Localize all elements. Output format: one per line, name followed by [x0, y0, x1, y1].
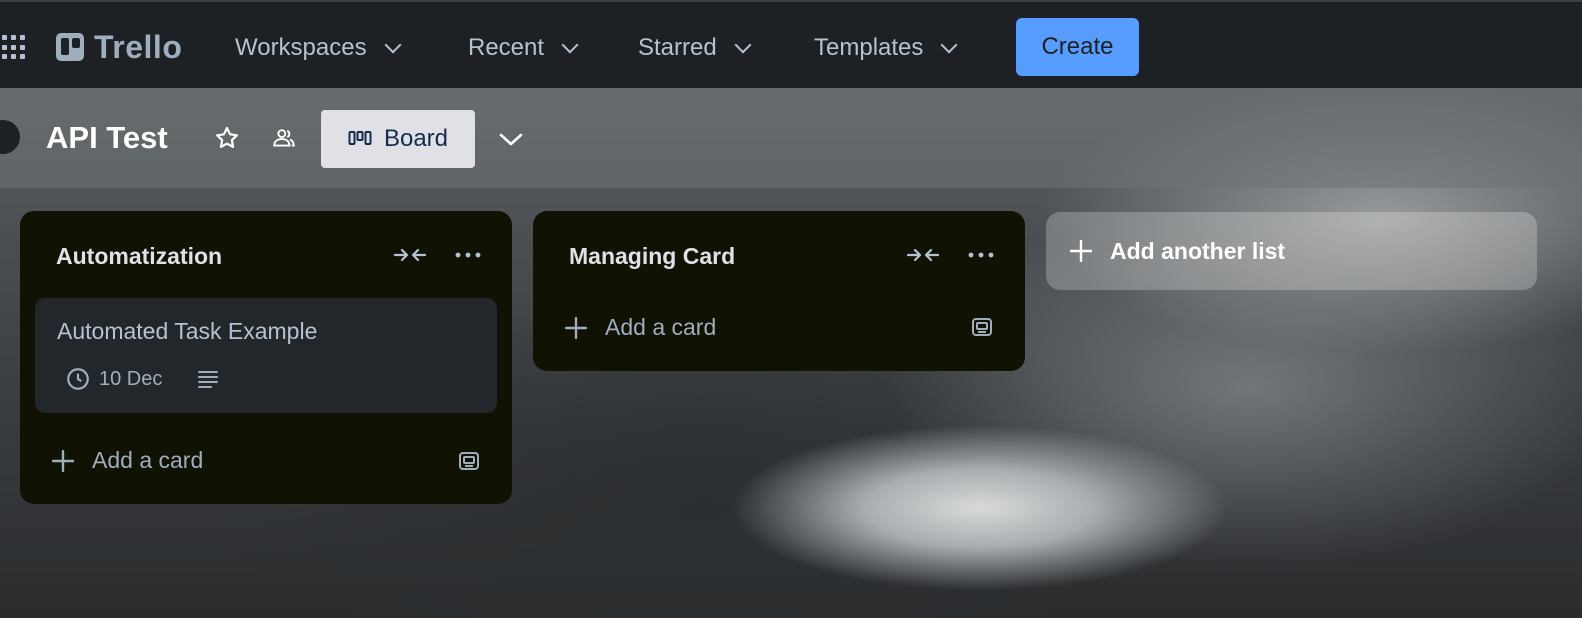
plus-icon	[565, 316, 587, 339]
plus-icon	[52, 449, 74, 472]
clock-icon	[67, 368, 89, 390]
trello-logo[interactable]: Trello	[56, 28, 182, 66]
list-title[interactable]: Automatization	[56, 243, 222, 270]
chevron-down-icon	[734, 36, 752, 54]
create-from-template-icon[interactable]	[969, 314, 995, 340]
collapse-list-icon[interactable]	[905, 243, 941, 267]
chevron-down-icon	[940, 36, 958, 54]
workspace-visible-icon	[273, 129, 295, 147]
trello-logo-icon	[56, 33, 84, 61]
list-menu-icon[interactable]	[963, 243, 999, 267]
add-another-list-button[interactable]: Add another list	[1046, 212, 1537, 290]
card-badges: 10 Dec	[65, 366, 220, 392]
add-card-button[interactable]: Add a card	[565, 314, 716, 341]
workspaces-menu-button[interactable]: Workspaces	[235, 28, 402, 68]
chevron-down-icon	[499, 133, 523, 146]
add-card-button[interactable]: Add a card	[52, 447, 203, 474]
add-card-label: Add a card	[605, 314, 717, 340]
card[interactable]: Automated Task Example 10 Dec	[35, 298, 497, 413]
view-switcher-button[interactable]	[493, 122, 529, 158]
star-board-button[interactable]	[209, 120, 245, 156]
list-title[interactable]: Managing Card	[569, 243, 735, 270]
create-button[interactable]: Create	[1016, 18, 1139, 76]
description-icon	[198, 371, 219, 388]
board-view-icon	[348, 131, 372, 145]
starred-menu-button[interactable]: Starred	[638, 28, 752, 68]
workspaces-label: Workspaces	[235, 34, 367, 61]
app-switcher-icon[interactable]	[2, 35, 28, 61]
list-automatization: Automatization Automated Task Example 10…	[20, 211, 512, 504]
plus-icon	[1070, 240, 1092, 262]
templates-label: Templates	[814, 34, 924, 61]
board-visibility-button[interactable]	[266, 120, 302, 156]
collapse-list-icon[interactable]	[392, 243, 428, 267]
add-card-label: Add a card	[92, 447, 204, 473]
starred-label: Starred	[638, 34, 717, 61]
chevron-down-icon	[384, 36, 402, 54]
due-date-badge[interactable]: 10 Dec	[99, 368, 162, 391]
chevron-down-icon	[561, 36, 579, 54]
create-from-template-icon[interactable]	[456, 448, 482, 474]
list-managing-card: Managing Card Add a card	[533, 211, 1025, 371]
recent-menu-button[interactable]: Recent	[468, 28, 579, 68]
add-list-label: Add another list	[1110, 237, 1286, 264]
board-view-button[interactable]: Board	[321, 110, 475, 168]
top-nav-bar: Trello Workspaces Recent Starred Templat…	[0, 0, 1582, 88]
board-title[interactable]: API Test	[46, 120, 168, 156]
board-view-label: Board	[383, 125, 449, 152]
card-title: Automated Task Example	[57, 318, 318, 344]
list-menu-icon[interactable]	[450, 243, 486, 267]
templates-menu-button[interactable]: Templates	[814, 28, 958, 68]
logo-text: Trello	[94, 28, 183, 65]
star-icon	[216, 126, 238, 148]
recent-label: Recent	[468, 34, 545, 61]
